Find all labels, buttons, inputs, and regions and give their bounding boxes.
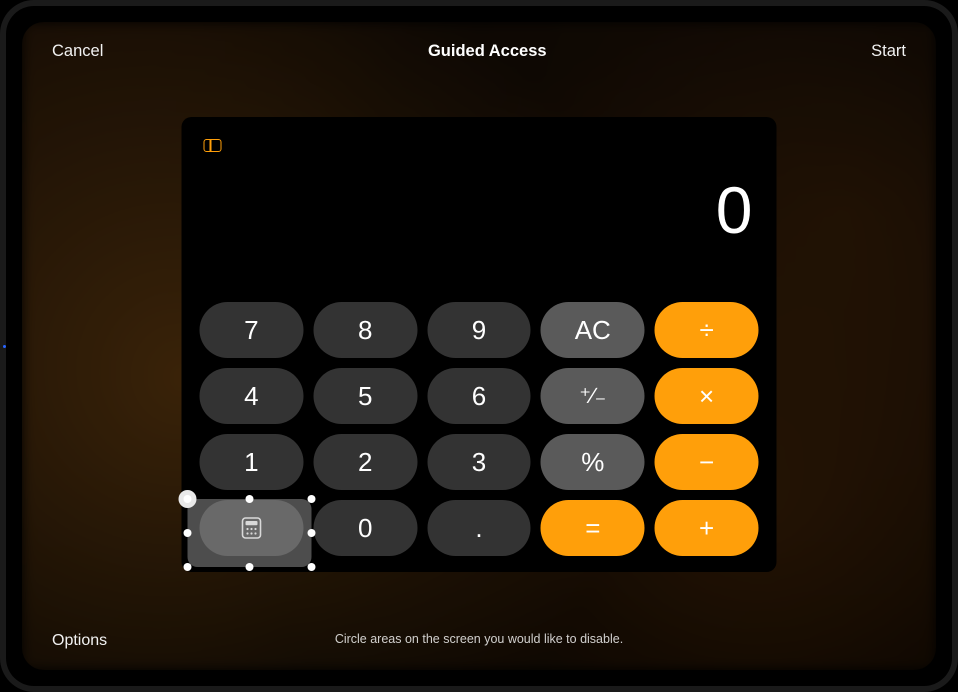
options-button[interactable]: Options	[52, 632, 107, 650]
calculator-display: 0	[182, 177, 753, 267]
resize-handle-top-middle[interactable]	[246, 495, 254, 503]
key-decimal[interactable]: .	[427, 500, 531, 556]
key-plus[interactable]: +	[655, 500, 759, 556]
disabled-region-selection[interactable]: ×	[188, 499, 312, 567]
resize-handle-bottom-right[interactable]	[308, 563, 316, 571]
minus-icon: −	[699, 447, 714, 478]
key-9[interactable]: 9	[427, 302, 531, 358]
key-ac[interactable]: AC	[541, 302, 645, 358]
key-1[interactable]: 1	[200, 434, 304, 490]
resize-handle-bottom-left[interactable]	[184, 563, 192, 571]
guided-access-footer: Options Circle areas on the screen you w…	[22, 608, 936, 670]
equals-icon: =	[585, 513, 600, 544]
footer-hint-text: Circle areas on the screen you would lik…	[22, 632, 936, 646]
cancel-button[interactable]: Cancel	[52, 42, 103, 61]
key-minus[interactable]: −	[655, 434, 759, 490]
device-bezel: Cancel Guided Access Start 0 7 8 9 AC ÷	[0, 0, 958, 692]
resize-handle-middle-left[interactable]	[184, 529, 192, 537]
plus-icon: +	[699, 513, 714, 544]
key-3[interactable]: 3	[427, 434, 531, 490]
multiply-icon: ×	[699, 381, 714, 412]
resize-handle-middle-right[interactable]	[308, 529, 316, 537]
start-button[interactable]: Start	[871, 42, 906, 61]
key-equals[interactable]: =	[541, 500, 645, 556]
app-preview-calculator[interactable]: 0 7 8 9 AC ÷ 4 5 6 ⁺∕₋	[182, 117, 777, 572]
screen: Cancel Guided Access Start 0 7 8 9 AC ÷	[22, 22, 936, 670]
resize-handle-top-right[interactable]	[308, 495, 316, 503]
key-divide[interactable]: ÷	[655, 302, 759, 358]
page-title: Guided Access	[428, 42, 547, 61]
guided-access-navbar: Cancel Guided Access Start	[22, 22, 936, 80]
resize-handle-bottom-middle[interactable]	[246, 563, 254, 571]
key-multiply[interactable]: ×	[655, 368, 759, 424]
key-5[interactable]: 5	[313, 368, 417, 424]
resize-handle-top-left[interactable]	[184, 495, 192, 503]
volume-indicator-dot	[3, 345, 6, 348]
key-plus-minus[interactable]: ⁺∕₋	[541, 368, 645, 424]
key-4[interactable]: 4	[200, 368, 304, 424]
divide-icon: ÷	[699, 315, 713, 346]
key-2[interactable]: 2	[313, 434, 417, 490]
plus-minus-icon: ⁺∕₋	[579, 383, 606, 409]
key-6[interactable]: 6	[427, 368, 531, 424]
key-0[interactable]: 0	[313, 500, 417, 556]
percent-icon: %	[581, 447, 604, 478]
key-percent[interactable]: %	[541, 434, 645, 490]
sidebar-toggle-icon	[204, 139, 222, 152]
key-8[interactable]: 8	[313, 302, 417, 358]
key-7[interactable]: 7	[200, 302, 304, 358]
